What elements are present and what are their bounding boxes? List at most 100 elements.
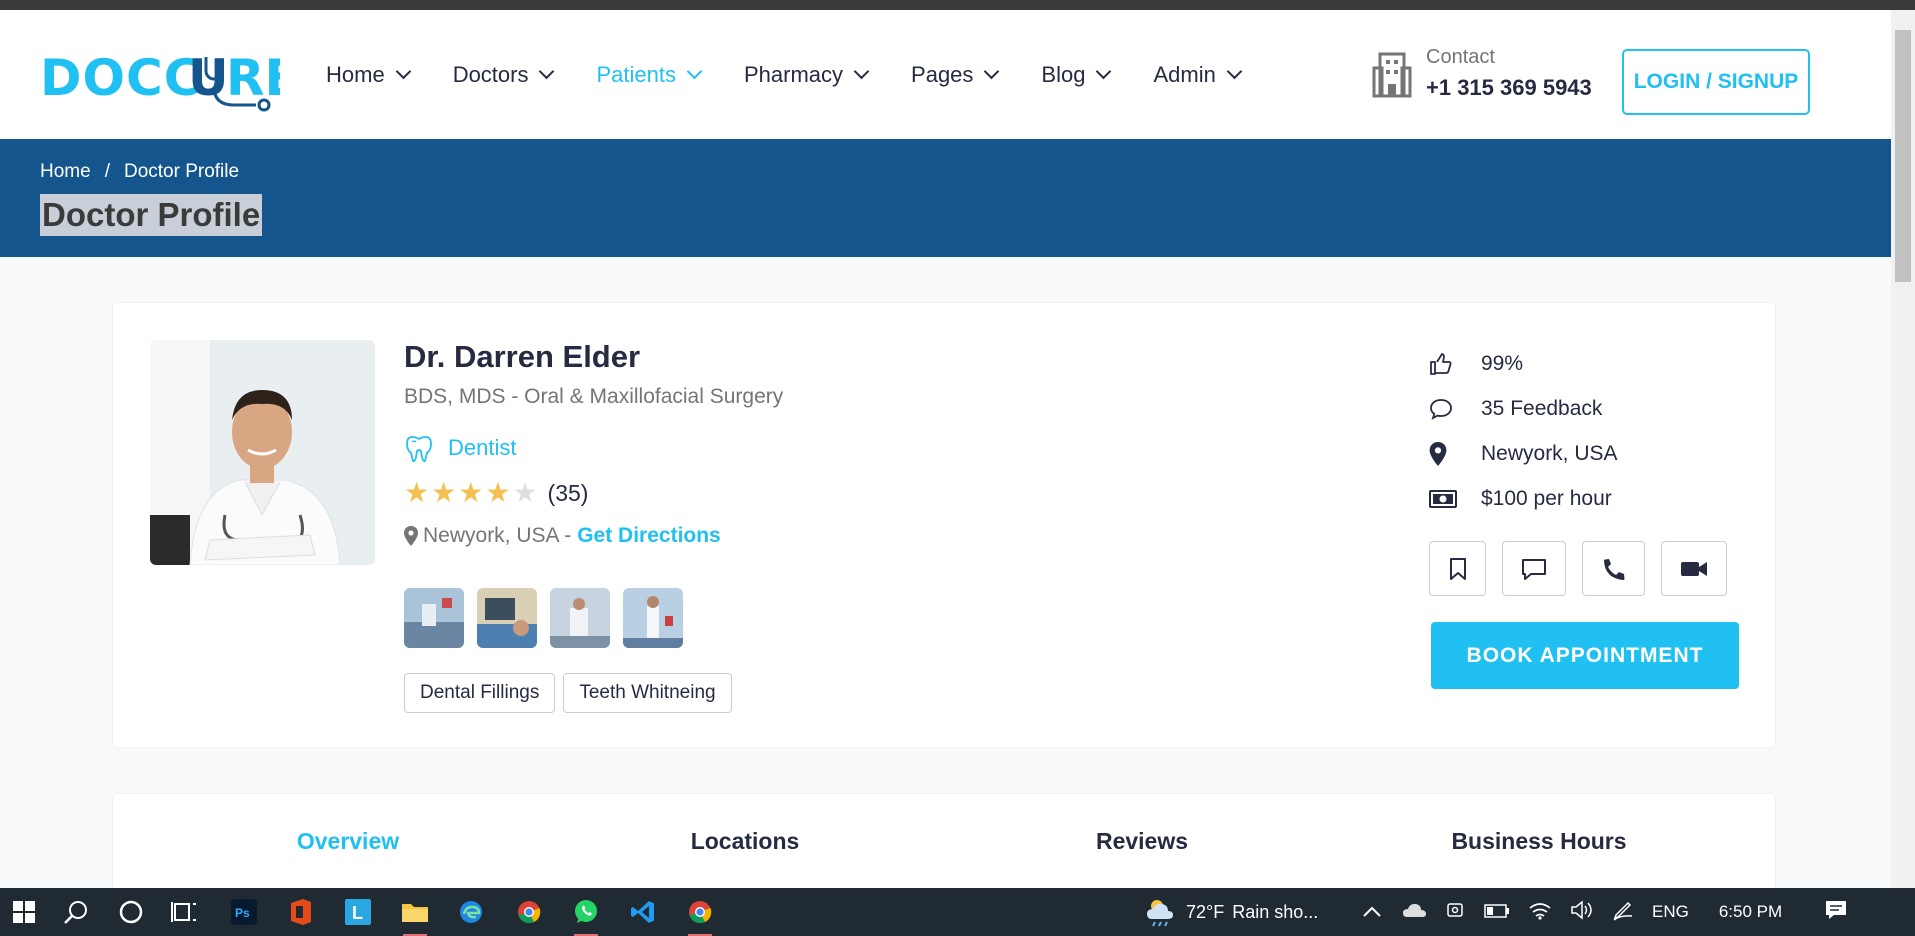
tab-locations[interactable]: Locations xyxy=(547,828,943,855)
stat-feedback-value: 35 Feedback xyxy=(1481,396,1603,420)
comment-icon xyxy=(1430,398,1452,420)
onedrive-icon[interactable] xyxy=(1402,902,1428,923)
bookmark-icon xyxy=(1449,557,1466,580)
tab-overview[interactable]: Overview xyxy=(150,828,546,855)
get-directions-link[interactable]: Get Directions xyxy=(577,524,721,548)
gallery-thumbnail[interactable] xyxy=(623,588,683,648)
battery-icon[interactable] xyxy=(1484,902,1510,923)
service-tag: Teeth Whitneing xyxy=(563,673,732,713)
stat-price: $100 per hour xyxy=(1429,476,1618,521)
login-signup-button[interactable]: LOGIN / SIGNUP xyxy=(1622,49,1810,115)
page-scrollbar[interactable] xyxy=(1891,10,1915,888)
breadcrumb-bar: Home / Doctor Profile Doctor Profile xyxy=(0,139,1891,257)
gallery-thumbnail[interactable] xyxy=(477,588,537,648)
taskbar-app-chrome-active[interactable] xyxy=(676,888,724,936)
vscode-icon xyxy=(631,901,654,923)
clinic-photo xyxy=(404,588,464,648)
scrollbar-thumb[interactable] xyxy=(1895,30,1911,282)
doctor-photo xyxy=(150,340,375,565)
folder-icon xyxy=(402,904,428,922)
taskbar-app-office[interactable] xyxy=(277,888,325,936)
star-filled-icon: ★ xyxy=(404,477,430,508)
chevron-down-icon xyxy=(395,63,411,80)
clinic-photo xyxy=(550,588,610,648)
office-icon xyxy=(291,899,311,925)
nav-admin[interactable]: Admin xyxy=(1153,62,1243,88)
gallery-thumbnail[interactable] xyxy=(550,588,610,648)
l-app-icon: L xyxy=(345,899,371,925)
doctor-name: Dr. Darren Elder xyxy=(404,339,641,374)
doctor-speciality[interactable]: Dentist xyxy=(404,433,516,463)
gallery-thumbnail[interactable] xyxy=(404,588,464,648)
wifi-icon[interactable] xyxy=(1528,900,1552,925)
book-appointment-button[interactable]: BOOK APPOINTMENT xyxy=(1431,622,1739,689)
notifications-icon[interactable] xyxy=(1824,899,1848,926)
browser-top-strip xyxy=(0,0,1915,10)
cortana-button[interactable] xyxy=(107,888,155,936)
tab-business-hours[interactable]: Business Hours xyxy=(1341,828,1737,855)
taskbar-app-file-explorer[interactable] xyxy=(391,888,439,936)
doctor-avatar xyxy=(150,340,375,565)
header-contact: Contact +1 315 369 5943 xyxy=(1372,46,1592,101)
chevron-down-icon xyxy=(539,63,555,80)
edge-icon xyxy=(460,901,482,923)
chevron-down-icon xyxy=(1096,63,1112,80)
taskbar-app-l[interactable]: L xyxy=(334,888,382,936)
bookmark-button[interactable] xyxy=(1429,541,1486,596)
chevron-down-icon xyxy=(853,63,870,80)
contact-phone[interactable]: +1 315 369 5943 xyxy=(1426,75,1592,101)
chevron-down-icon xyxy=(686,63,703,80)
breadcrumb-home[interactable]: Home xyxy=(40,161,91,183)
pen-workspace-icon[interactable] xyxy=(1612,899,1634,926)
voice-call-button[interactable] xyxy=(1582,541,1645,596)
start-button[interactable] xyxy=(0,888,48,936)
site-logo[interactable]: DOCC U RE xyxy=(40,38,280,118)
weather-temp: 72°F xyxy=(1186,901,1225,922)
taskbar-app-whatsapp[interactable] xyxy=(562,888,610,936)
nav-patients[interactable]: Patients xyxy=(596,61,703,88)
nav-pharmacy-label: Pharmacy xyxy=(743,61,844,87)
nav-pharmacy[interactable]: Pharmacy xyxy=(743,61,870,88)
taskbar-app-photoshop[interactable]: Ps xyxy=(220,888,268,936)
doctor-rating: ★ ★ ★ ★ ★ (35) xyxy=(404,479,588,507)
photoshop-icon: Ps xyxy=(231,899,257,925)
svg-text:RE: RE xyxy=(226,49,280,107)
nav-pages[interactable]: Pages xyxy=(911,62,1000,88)
task-view-button[interactable] xyxy=(160,888,208,936)
clinic-photo xyxy=(623,588,683,648)
show-hidden-icons-icon[interactable] xyxy=(1362,902,1382,923)
chat-button[interactable] xyxy=(1502,541,1566,596)
cortana-icon xyxy=(119,900,143,924)
search-button[interactable] xyxy=(52,888,100,936)
svg-text:Ps: Ps xyxy=(235,906,250,920)
taskbar-app-edge[interactable] xyxy=(447,888,495,936)
nav-blog[interactable]: Blog xyxy=(1041,62,1112,88)
input-language[interactable]: ENG xyxy=(1652,902,1689,922)
nav-doctors-label: Doctors xyxy=(452,61,529,87)
windows-taskbar: Ps L 72°F Rain sho... ENG 6:50 PM xyxy=(0,888,1915,936)
breadcrumb: Home / Doctor Profile xyxy=(40,161,239,183)
weather-description: Rain sho... xyxy=(1232,901,1319,922)
message-icon xyxy=(1522,558,1546,580)
quick-actions xyxy=(1429,541,1743,596)
stat-location: Newyork, USA xyxy=(1429,431,1618,476)
chrome-icon xyxy=(689,901,712,924)
chrome-icon xyxy=(518,901,541,924)
money-bill-icon xyxy=(1429,489,1457,508)
video-call-button[interactable] xyxy=(1661,541,1727,596)
volume-icon[interactable] xyxy=(1570,899,1594,925)
tab-reviews[interactable]: Reviews xyxy=(944,828,1340,855)
star-filled-icon: ★ xyxy=(458,477,484,508)
doctor-speciality-label: Dentist xyxy=(448,435,517,460)
taskbar-app-vscode[interactable] xyxy=(619,888,667,936)
nav-doctors[interactable]: Doctors xyxy=(452,61,555,88)
nav-home[interactable]: Home xyxy=(326,62,411,88)
tooth-icon xyxy=(406,436,432,463)
taskbar-app-chrome[interactable] xyxy=(505,888,553,936)
nav-patients-label: Patients xyxy=(596,61,676,87)
weather-widget[interactable]: 72°F Rain sho... xyxy=(1146,888,1318,936)
meet-now-icon[interactable] xyxy=(1446,900,1466,925)
svg-text:L: L xyxy=(352,903,363,923)
system-clock[interactable]: 6:50 PM xyxy=(1719,902,1782,922)
service-tag: Dental Fillings xyxy=(404,673,556,713)
